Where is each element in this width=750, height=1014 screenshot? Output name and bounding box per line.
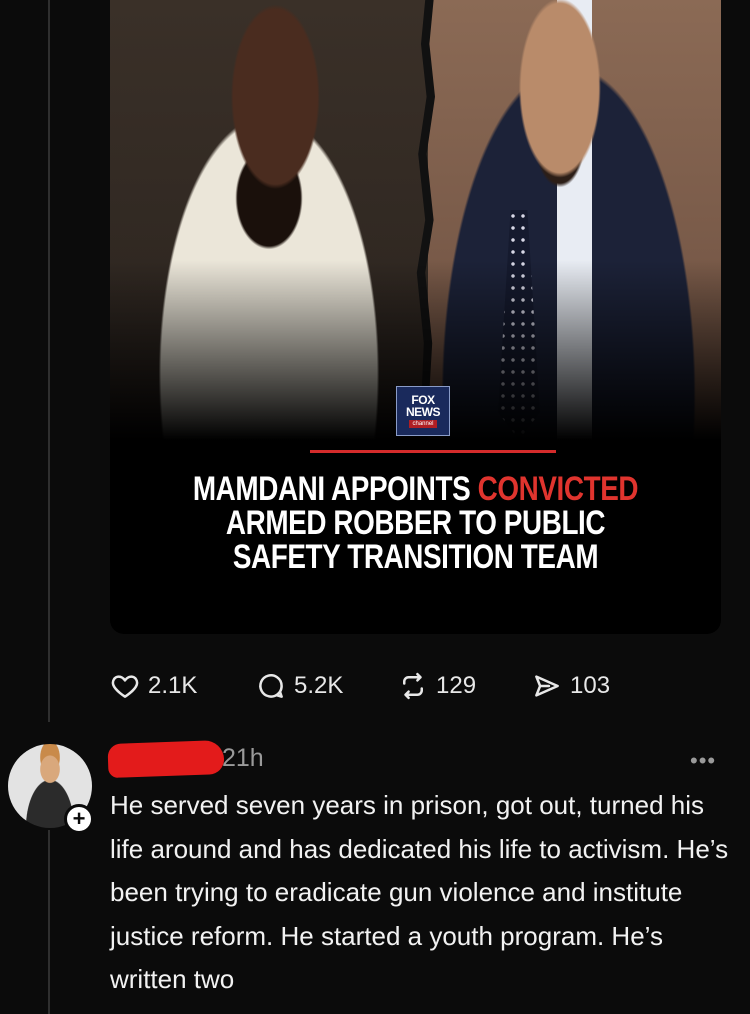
share-icon (535, 675, 559, 697)
fox-news-logo: FOX NEWS channel (396, 386, 450, 436)
thread-line (48, 830, 50, 1014)
post-actions: 2.1K 5.2K 129 103 (110, 666, 670, 706)
comment-button[interactable]: 5.2K (256, 666, 343, 706)
repost-icon (403, 672, 423, 700)
comment-count: 5.2K (294, 672, 344, 699)
headline: MAMDANI APPOINTS CONVICTED ARMED ROBBER … (192, 470, 639, 576)
share-count: 103 (570, 672, 611, 699)
redacted-username (107, 739, 225, 779)
heart-icon (111, 675, 139, 698)
follow-plus-icon[interactable]: + (64, 804, 94, 834)
thread-line (48, 0, 50, 722)
post-image[interactable]: FOX NEWS channel MAMDANI APPOINTS CONVIC… (110, 0, 721, 634)
like-count: 2.1K (148, 672, 198, 699)
headline-rule (310, 450, 556, 453)
reply-text: He served seven years in prison, got out… (110, 790, 729, 994)
like-button[interactable]: 2.1K (110, 666, 197, 706)
share-button[interactable]: 103 (532, 666, 610, 706)
repost-button[interactable]: 129 (398, 666, 476, 706)
headline-highlight: CONVICTED (477, 470, 639, 508)
more-options-icon[interactable]: ••• (690, 748, 716, 774)
reply-timestamp: 21h (222, 744, 264, 772)
comment-icon (259, 674, 283, 698)
repost-count: 129 (436, 672, 477, 699)
